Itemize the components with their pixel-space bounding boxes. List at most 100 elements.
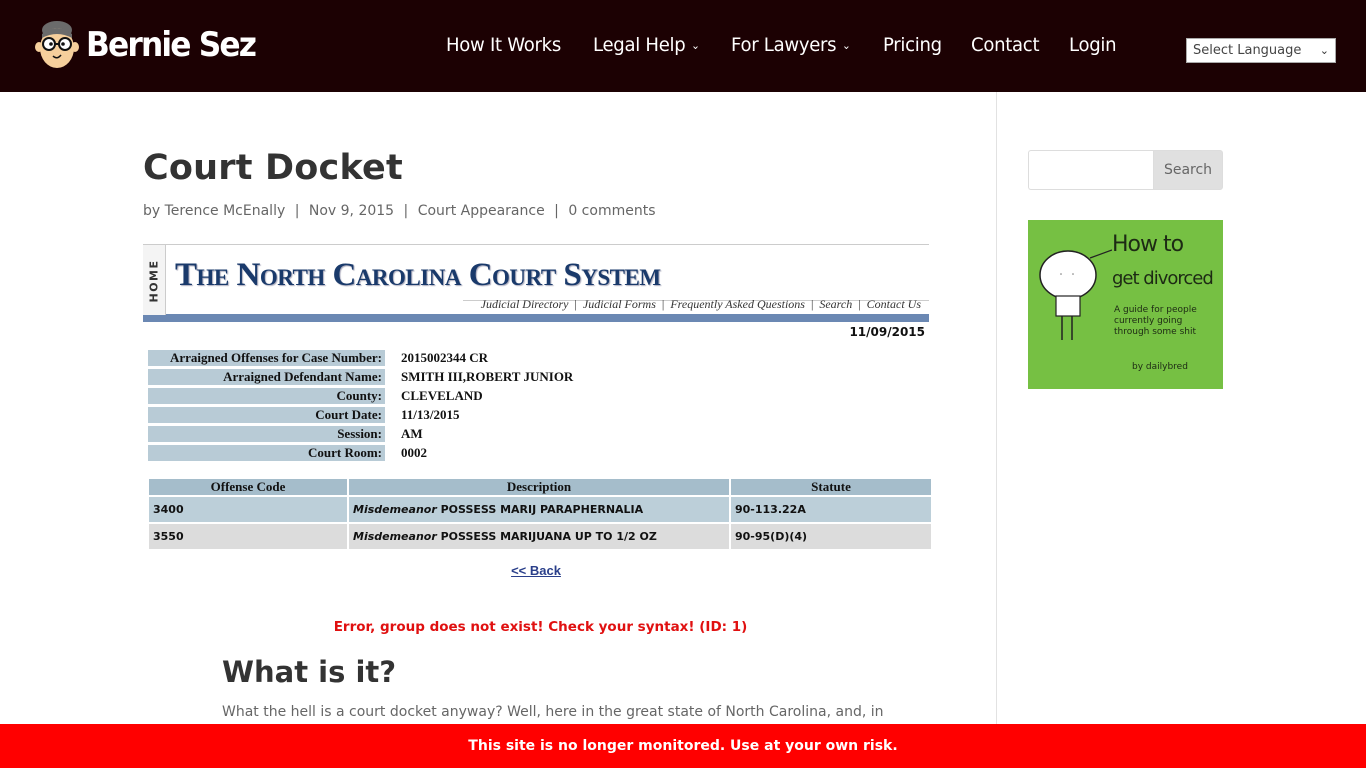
info-row: Arraigned Defendant Name: SMITH III,ROBER… (148, 369, 573, 385)
column-header-description: Description (349, 479, 729, 495)
category-link[interactable]: Court Appearance (418, 203, 545, 219)
nav-legal-help[interactable]: Legal Help ⌄ (593, 34, 700, 56)
link-separator: | (858, 297, 861, 311)
chevron-down-icon: ⌄ (1319, 44, 1329, 57)
info-label: Arraigned Defendant Name: (148, 369, 385, 385)
brand-name: Bernie Sez (86, 25, 257, 65)
court-banner: HOME The North Carolina Court System Jud… (143, 244, 929, 315)
info-value: AM (401, 426, 423, 441)
nav-label: For Lawyers (731, 34, 837, 56)
nav-label: Pricing (882, 34, 942, 56)
offense-statute: 90-95(D)(4) (731, 524, 931, 549)
chevron-down-icon: ⌄ (842, 38, 851, 52)
meta-separator: | (294, 203, 300, 219)
home-tab[interactable]: HOME (143, 245, 166, 315)
court-system-title: The North Carolina Court System (175, 257, 661, 293)
site-header: Bernie Sez How It Works Legal Help ⌄ For… (0, 0, 1366, 92)
bernie-face-icon (35, 21, 79, 68)
info-row: Arraigned Offenses for Case Number: 20150… (148, 350, 573, 366)
language-select[interactable]: Select Language ⌄ (1186, 38, 1336, 63)
offense-description: Misdemeanor POSSESS MARIJ PARAPHERNALIA (349, 497, 729, 522)
ad-title-line1: How to (1112, 232, 1184, 257)
court-link-judicial-forms[interactable]: Judicial Forms (583, 297, 656, 311)
table-row: 3550 Misdemeanor POSSESS MARIJUANA UP TO… (149, 524, 931, 549)
court-docket-screenshot: HOME The North Carolina Court System Jud… (143, 244, 931, 578)
info-row: Session: AM (148, 426, 573, 442)
offense-text: POSSESS MARIJ PARAPHERNALIA (440, 503, 644, 516)
info-value: 11/13/2015 (401, 407, 460, 422)
comments-link[interactable]: 0 comments (568, 203, 655, 219)
chevron-down-icon: ⌄ (691, 38, 700, 52)
back-link-wrap: << Back (143, 563, 929, 578)
nav-label: Legal Help (593, 34, 686, 56)
link-separator: | (661, 297, 665, 311)
offense-statute: 90-113.22A (731, 497, 931, 522)
court-link-contact-us[interactable]: Contact Us (867, 297, 921, 311)
section-paragraph: What the hell is a court docket anyway? … (222, 704, 884, 720)
offense-code: 3400 (149, 497, 347, 522)
post-date: Nov 9, 2015 (308, 203, 395, 219)
back-link[interactable]: << Back (511, 563, 561, 578)
court-link-search[interactable]: Search (819, 297, 852, 311)
sidebar-search: Search (1028, 150, 1223, 190)
column-header-offense-code: Offense Code (149, 479, 347, 495)
ad-subtitle: A guide for people currently going throu… (1114, 305, 1197, 337)
offense-text: POSSESS MARIJUANA UP TO 1/2 OZ (440, 530, 657, 543)
section-heading: What is it? (222, 655, 397, 689)
nav-for-lawyers[interactable]: For Lawyers ⌄ (731, 34, 851, 56)
table-row: 3400 Misdemeanor POSSESS MARIJ PARAPHERN… (149, 497, 931, 522)
court-date: 11/09/2015 (849, 325, 925, 339)
book-ad-banner[interactable]: How to get divorced A guide for people c… (1028, 220, 1223, 389)
site-notice-banner: This site is no longer monitored. Use at… (0, 724, 1366, 768)
site-logo[interactable]: Bernie Sez (34, 20, 270, 70)
nav-label: Contact (970, 34, 1040, 56)
ad-title-line2: get divorced (1112, 268, 1214, 289)
offense-class: Misdemeanor (353, 530, 437, 543)
page-title: Court Docket (143, 148, 403, 188)
nav-label: Login (1068, 34, 1117, 56)
meta-separator: | (554, 203, 559, 219)
column-header-statute: Statute (731, 479, 931, 495)
meta-by: by (143, 203, 161, 219)
link-separator: | (574, 297, 577, 311)
link-separator: | (810, 297, 814, 311)
offense-code: 3550 (149, 524, 347, 549)
author-link[interactable]: Terence McEnally (165, 203, 286, 219)
court-links: Judicial Directory | Judicial Forms | Freque… (481, 297, 921, 312)
language-select-value: Select Language (1193, 43, 1302, 58)
offense-class: Misdemeanor (353, 503, 437, 516)
info-value: 0002 (401, 445, 427, 460)
offense-description: Misdemeanor POSSESS MARIJUANA UP TO 1/2 … (349, 524, 729, 549)
search-input[interactable] (1028, 150, 1153, 190)
nav-contact[interactable]: Contact (970, 34, 1040, 56)
nav-label: How It Works (446, 34, 561, 56)
info-label: Court Date: (148, 407, 385, 423)
nav-login[interactable]: Login (1068, 34, 1117, 56)
info-value: CLEVELAND (401, 388, 483, 403)
error-message: Error, group does not exist! Check your … (333, 619, 748, 635)
main-nav: How It Works Legal Help ⌄ For Lawyers ⌄ … (446, 34, 1145, 56)
info-row: Court Date: 11/13/2015 (148, 407, 573, 423)
info-label: Session: (148, 426, 385, 442)
info-value: SMITH III,ROBERT JUNIOR (401, 369, 574, 384)
court-blue-bar (143, 314, 929, 322)
offenses-table: Offense Code Description Statute 3400 Mi… (147, 477, 933, 551)
home-tab-label: HOME (147, 259, 161, 303)
case-info-table: Arraigned Offenses for Case Number: 20150… (148, 347, 573, 464)
court-link-judicial-directory[interactable]: Judicial Directory (481, 297, 569, 311)
info-label: County: (148, 388, 385, 404)
stick-figure-illustration (1039, 249, 1112, 340)
meta-separator: | (403, 203, 409, 219)
info-label: Arraigned Offenses for Case Number: (148, 350, 385, 366)
nav-how-it-works[interactable]: How It Works (446, 34, 561, 56)
nav-pricing[interactable]: Pricing (883, 34, 942, 56)
offenses-header-row: Offense Code Description Statute (149, 479, 931, 495)
info-value: 2015002344 CR (401, 350, 489, 365)
info-row: Court Room: 0002 (148, 445, 573, 461)
search-button[interactable]: Search (1153, 150, 1223, 190)
sidebar-divider (996, 92, 997, 768)
post-meta: by Terence McEnally | Nov 9, 2015 | Cour… (143, 203, 656, 219)
info-row: County: CLEVELAND (148, 388, 573, 404)
court-link-faq[interactable]: Frequently Asked Questions (670, 297, 805, 311)
ad-byline: by dailybred (1132, 362, 1188, 372)
